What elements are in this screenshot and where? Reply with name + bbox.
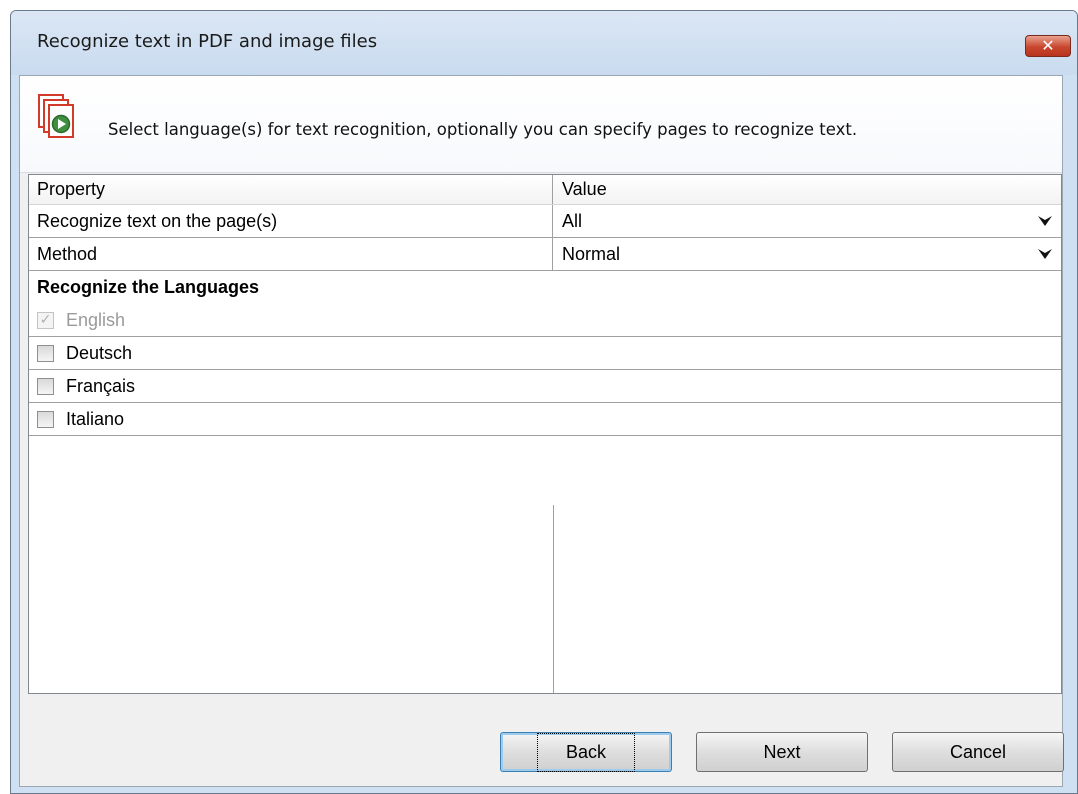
- back-button-label: Back: [536, 732, 636, 772]
- value-column-header: Value: [562, 179, 607, 199]
- language-row-italiano[interactable]: Italiano: [29, 403, 1061, 436]
- grid-column-divider: [553, 505, 554, 693]
- property-column-header: Property: [29, 175, 553, 204]
- dialog-body: Select language(s) for text recognition,…: [19, 75, 1064, 787]
- english-label: English: [66, 309, 126, 330]
- pages-value-dropdown[interactable]: All: [553, 205, 1061, 237]
- dropdown-arrow-icon[interactable]: [1037, 247, 1053, 261]
- cancel-button-label: Cancel: [949, 741, 1007, 762]
- cancel-button[interactable]: Cancel: [892, 732, 1064, 772]
- window-title: Recognize text in PDF and image files: [37, 31, 378, 52]
- pages-row[interactable]: Recognize text on the page(s) All: [29, 205, 1061, 238]
- italiano-label: Italiano: [66, 408, 125, 429]
- languages-section-header: Recognize the Languages: [37, 277, 260, 297]
- method-value: Normal: [562, 243, 621, 264]
- english-checkbox[interactable]: ✓: [37, 311, 54, 329]
- language-row-english[interactable]: ✓ English: [29, 304, 1061, 337]
- francais-label: Français: [66, 375, 136, 396]
- language-row-deutsch[interactable]: Deutsch: [29, 337, 1061, 370]
- dialog-window: Recognize text in PDF and image files ✕ …: [10, 10, 1078, 794]
- italiano-checkbox[interactable]: [37, 410, 54, 428]
- method-value-dropdown[interactable]: Normal: [553, 238, 1061, 270]
- close-icon: ✕: [1041, 36, 1055, 55]
- dropdown-arrow-icon[interactable]: [1037, 214, 1053, 228]
- property-grid: Property Value Recognize text on the pag…: [28, 174, 1062, 694]
- language-row-francais[interactable]: Français: [29, 370, 1061, 403]
- next-button-label: Next: [763, 741, 801, 762]
- francais-checkbox[interactable]: [37, 377, 54, 395]
- deutsch-checkbox[interactable]: [37, 344, 54, 362]
- close-button[interactable]: ✕: [1025, 35, 1071, 57]
- grid-header: Property Value: [29, 175, 1061, 205]
- instruction-banner: Select language(s) for text recognition,…: [20, 76, 1062, 173]
- method-row[interactable]: Method Normal: [29, 238, 1061, 271]
- pages-value: All: [562, 210, 583, 231]
- next-button[interactable]: Next: [696, 732, 868, 772]
- checkmark-icon: ✓: [39, 312, 52, 328]
- deutsch-label: Deutsch: [66, 342, 133, 363]
- title-bar[interactable]: Recognize text in PDF and image files ✕: [11, 11, 1077, 75]
- back-button[interactable]: Back: [500, 732, 672, 772]
- pages-property-label: Recognize text on the page(s): [29, 205, 553, 237]
- pdf-pages-play-icon: [38, 94, 74, 138]
- method-property-label: Method: [29, 238, 553, 270]
- instruction-text: Select language(s) for text recognition,…: [108, 120, 858, 139]
